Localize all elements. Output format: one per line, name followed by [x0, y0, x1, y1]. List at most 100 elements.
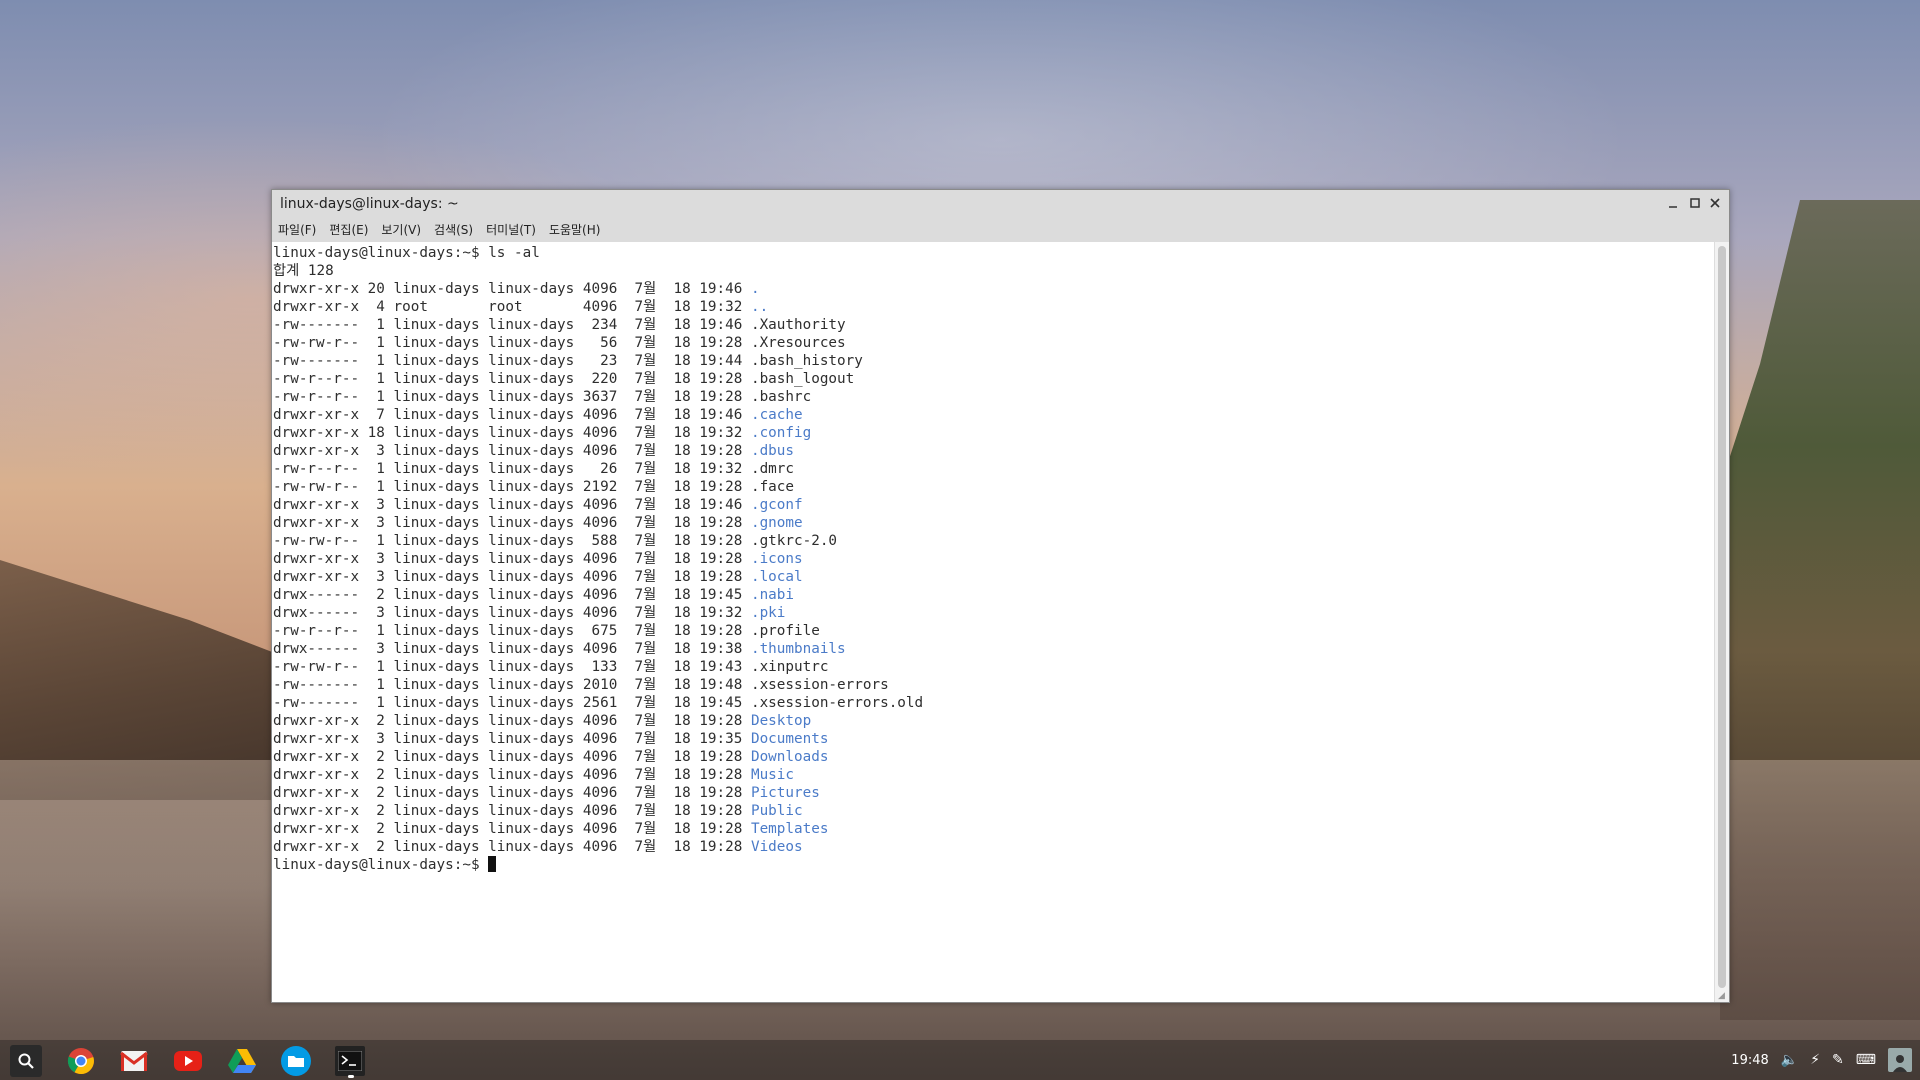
listing-row: drwxr-xr-x 3 linux-days linux-days 4096 …	[273, 443, 794, 459]
listing: drwxr-xr-x 20 linux-days linux-days 4096…	[273, 281, 923, 855]
menu-terminal[interactable]: 터미널(T)	[486, 221, 536, 238]
listing-row: drwxr-xr-x 2 linux-days linux-days 4096 …	[273, 767, 794, 783]
entry-meta: drwx------ 3 linux-days linux-days 4096 …	[273, 605, 751, 621]
listing-row: drwxr-xr-x 4 root root 4096 7월 18 19:32 …	[273, 299, 768, 315]
ime-icon[interactable]: ✎	[1832, 1052, 1844, 1068]
menu-file[interactable]: 파일(F)	[278, 221, 316, 238]
volume-icon[interactable]: 🔈	[1781, 1052, 1798, 1068]
listing-row: -rw-r--r-- 1 linux-days linux-days 26 7월…	[273, 461, 794, 477]
window-titlebar[interactable]: linux-days@linux-days: ~	[272, 190, 1729, 217]
entry-meta: -rw-rw-r-- 1 linux-days linux-days 133 7…	[273, 659, 751, 675]
listing-row: -rw-rw-r-- 1 linux-days linux-days 133 7…	[273, 659, 828, 675]
chrome-app[interactable]	[66, 1046, 96, 1076]
directory-name: .dbus	[750, 443, 795, 459]
close-button[interactable]	[1705, 194, 1725, 212]
scrollbar-thumb[interactable]	[1718, 246, 1726, 988]
directory-name: Music	[750, 767, 795, 783]
entry-meta: drwx------ 3 linux-days linux-days 4096 …	[273, 641, 751, 657]
entry-meta: drwxr-xr-x 3 linux-days linux-days 4096 …	[273, 443, 751, 459]
text-cursor	[488, 856, 497, 872]
drive-icon	[228, 1049, 256, 1073]
maximize-button[interactable]	[1685, 194, 1705, 212]
directory-name: .gconf	[750, 497, 803, 513]
prompt: linux-days@linux-days:~$	[273, 245, 480, 261]
entry-meta: -rw-r--r-- 1 linux-days linux-days 220 7…	[273, 371, 751, 387]
listing-row: -rw------- 1 linux-days linux-days 2010 …	[273, 677, 889, 693]
launcher-button[interactable]	[10, 1045, 42, 1077]
listing-row: -rw-rw-r-- 1 linux-days linux-days 2192 …	[273, 479, 794, 495]
youtube-app[interactable]	[173, 1046, 203, 1076]
status-area[interactable]: 19:48 🔈 ⚡ ✎ ⌨	[1712, 1040, 1920, 1080]
entry-meta: -rw-rw-r-- 1 linux-days linux-days 588 7…	[273, 533, 751, 549]
file-name: .bashrc	[750, 389, 812, 405]
search-icon	[18, 1053, 34, 1069]
listing-row: drwxr-xr-x 2 linux-days linux-days 4096 …	[273, 749, 828, 765]
file-name: .profile	[750, 623, 820, 639]
network-icon[interactable]: ⚡	[1810, 1052, 1820, 1068]
listing-row: -rw-rw-r-- 1 linux-days linux-days 588 7…	[273, 533, 837, 549]
command-line: linux-days@linux-days:~$ ls -al	[273, 245, 540, 261]
directory-name: .gnome	[750, 515, 803, 531]
entry-meta: drwxr-xr-x 3 linux-days linux-days 4096 …	[273, 551, 751, 567]
listing-row: drwxr-xr-x 18 linux-days linux-days 4096…	[273, 425, 811, 441]
entry-meta: drwxr-xr-x 20 linux-days linux-days 4096…	[273, 281, 751, 297]
entry-meta: drwx------ 2 linux-days linux-days 4096 …	[273, 587, 751, 603]
file-name: .bash_logout	[750, 371, 855, 387]
terminal-app[interactable]	[335, 1046, 365, 1076]
menu-edit[interactable]: 편집(E)	[329, 221, 368, 238]
keyboard-icon[interactable]: ⌨	[1856, 1052, 1876, 1068]
total-line: 합계 128	[273, 263, 334, 279]
file-name: .gtkrc-2.0	[750, 533, 838, 549]
directory-name: Documents	[750, 731, 829, 747]
menu-help[interactable]: 도움말(H)	[549, 221, 601, 238]
file-name: .xsession-errors	[750, 677, 889, 693]
terminal-icon	[338, 1051, 362, 1071]
listing-row: -rw-r--r-- 1 linux-days linux-days 675 7…	[273, 623, 820, 639]
minimize-button[interactable]	[1663, 194, 1683, 212]
listing-row: drwxr-xr-x 2 linux-days linux-days 4096 …	[273, 803, 803, 819]
entry-meta: drwxr-xr-x 2 linux-days linux-days 4096 …	[273, 713, 751, 729]
entry-meta: -rw------- 1 linux-days linux-days 2561 …	[273, 695, 751, 711]
files-app[interactable]	[281, 1046, 311, 1076]
listing-row: -rw------- 1 linux-days linux-days 234 7…	[273, 317, 846, 333]
entry-meta: -rw-rw-r-- 1 linux-days linux-days 56 7월…	[273, 335, 751, 351]
entry-meta: -rw-r--r-- 1 linux-days linux-days 675 7…	[273, 623, 751, 639]
menu-search[interactable]: 검색(S)	[434, 221, 473, 238]
minimize-icon	[1669, 206, 1677, 208]
clock: 19:48	[1731, 1052, 1769, 1068]
listing-row: -rw------- 1 linux-days linux-days 2561 …	[273, 695, 923, 711]
terminal-text: linux-days@linux-days:~$ ls -al 합계 128 d…	[272, 242, 1715, 874]
entry-meta: drwxr-xr-x 18 linux-days linux-days 4096…	[273, 425, 751, 441]
listing-row: drwxr-xr-x 2 linux-days linux-days 4096 …	[273, 713, 811, 729]
files-icon	[288, 1056, 304, 1067]
entry-meta: -rw------- 1 linux-days linux-days 23 7월…	[273, 353, 751, 369]
file-name: .Xauthority	[750, 317, 846, 333]
directory-name: .local	[750, 569, 803, 585]
listing-row: drwx------ 3 linux-days linux-days 4096 …	[273, 641, 846, 657]
entry-meta: drwxr-xr-x 3 linux-days linux-days 4096 …	[273, 497, 751, 513]
directory-name: .pki	[750, 605, 786, 621]
chrome-icon	[67, 1048, 94, 1075]
menu-view[interactable]: 보기(V)	[381, 221, 421, 238]
directory-name: Templates	[750, 821, 829, 837]
terminal-output[interactable]: linux-days@linux-days:~$ ls -al 합계 128 d…	[272, 242, 1715, 1002]
listing-row: drwxr-xr-x 20 linux-days linux-days 4096…	[273, 281, 760, 297]
avatar[interactable]	[1888, 1048, 1912, 1072]
running-indicator	[348, 1075, 354, 1078]
scrollbar[interactable]: ◢	[1714, 242, 1729, 1002]
entry-meta: drwxr-xr-x 2 linux-days linux-days 4096 …	[273, 839, 751, 855]
file-name: .xsession-errors.old	[750, 695, 924, 711]
file-name: .xinputrc	[750, 659, 829, 675]
entry-meta: drwxr-xr-x 2 linux-days linux-days 4096 …	[273, 803, 751, 819]
gmail-app[interactable]	[119, 1046, 149, 1076]
directory-name: .thumbnails	[750, 641, 846, 657]
entry-meta: -rw-r--r-- 1 linux-days linux-days 3637 …	[273, 389, 751, 405]
entry-meta: -rw------- 1 linux-days linux-days 2010 …	[273, 677, 751, 693]
directory-name: .nabi	[750, 587, 795, 603]
entry-meta: drwxr-xr-x 2 linux-days linux-days 4096 …	[273, 749, 751, 765]
drive-app[interactable]	[227, 1046, 257, 1076]
resize-grip-icon[interactable]: ◢	[1718, 991, 1728, 1001]
terminal-window[interactable]: linux-days@linux-days: ~ 파일(F) 편집(E) 보기(…	[271, 189, 1730, 1003]
listing-row: drwxr-xr-x 2 linux-days linux-days 4096 …	[273, 785, 820, 801]
file-name: .face	[750, 479, 795, 495]
